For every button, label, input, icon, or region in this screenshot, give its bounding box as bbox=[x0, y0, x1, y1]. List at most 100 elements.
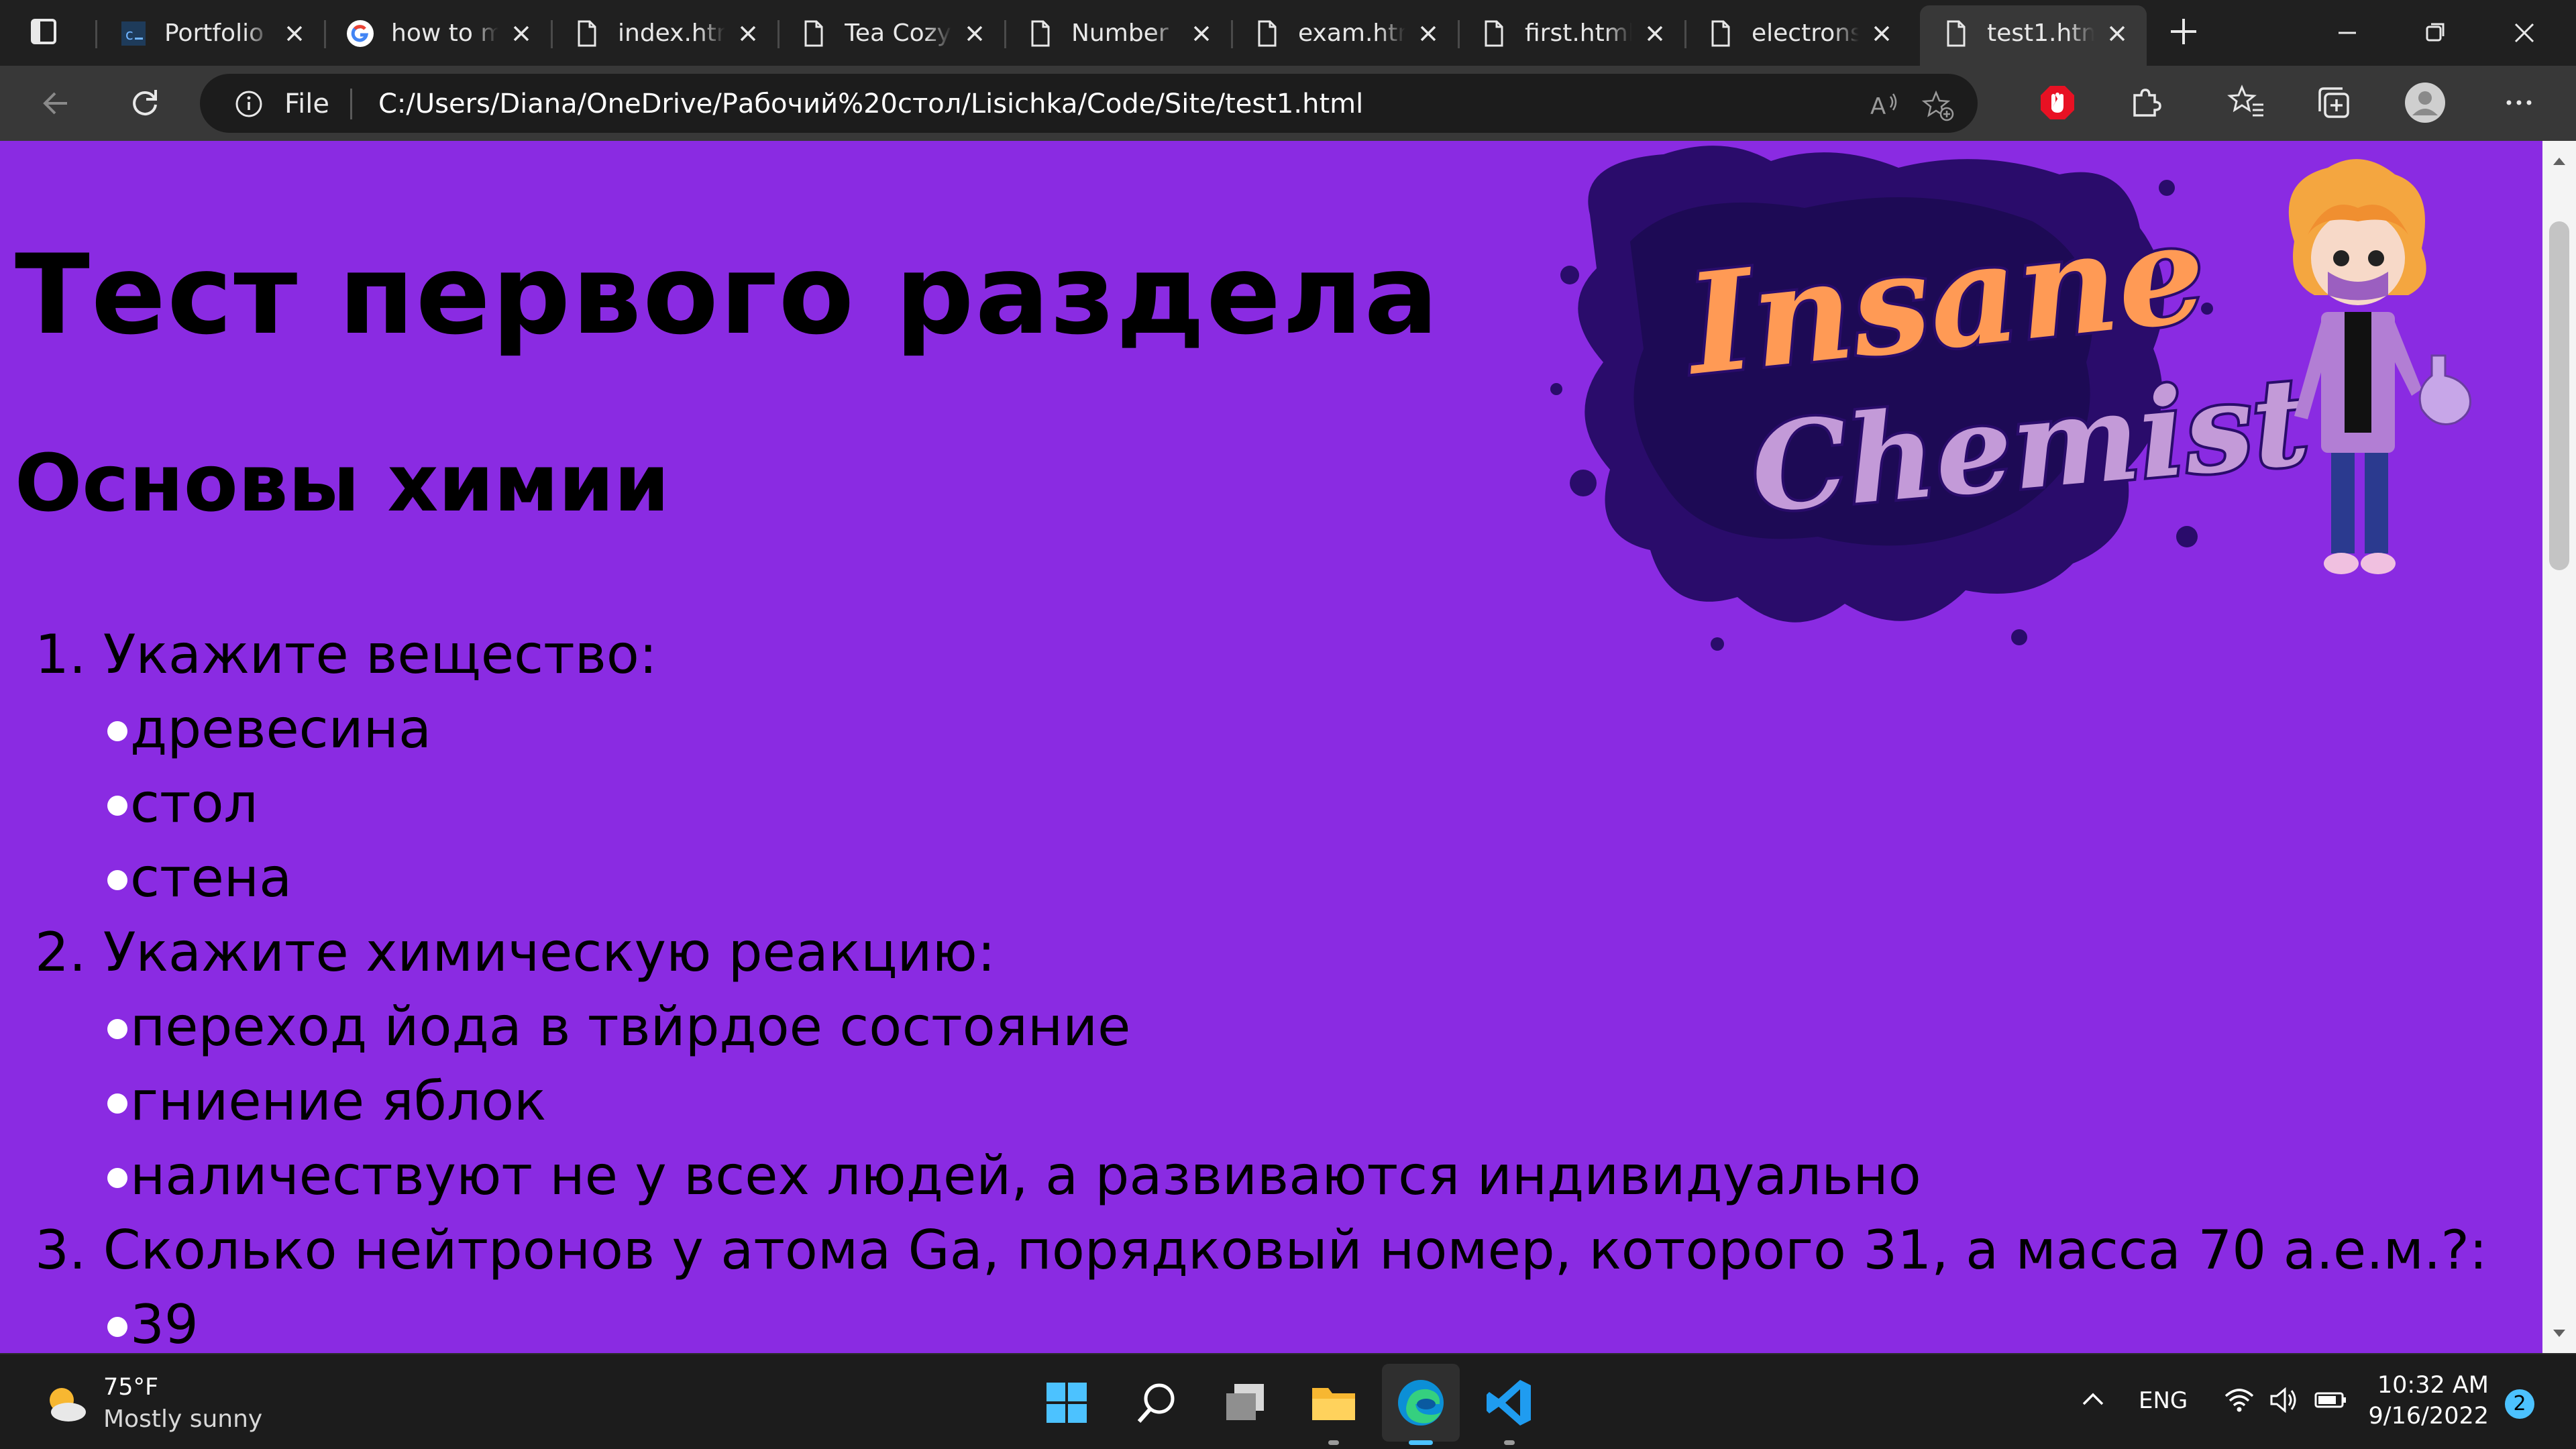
answer-option[interactable]: стол bbox=[107, 766, 2517, 841]
question-1: 1. Укажите вещество: bbox=[35, 623, 657, 686]
notification-badge[interactable]: 2 bbox=[2505, 1389, 2534, 1419]
chevron-up-icon[interactable] bbox=[2076, 1383, 2110, 1417]
tab-tea-cozy[interactable]: Tea Cozy bbox=[777, 7, 1004, 59]
tab-test1-html-active[interactable]: test1.htm bbox=[1920, 5, 2147, 66]
radio-button[interactable] bbox=[107, 1167, 127, 1188]
scrollbar-thumb[interactable] bbox=[2549, 221, 2569, 570]
weather-condition[interactable]: Mostly sunny bbox=[103, 1405, 262, 1434]
scroll-down-arrow-icon[interactable] bbox=[2552, 1328, 2567, 1339]
refresh-icon[interactable] bbox=[125, 83, 165, 123]
edge-icon[interactable] bbox=[1393, 1375, 1449, 1431]
close-window-icon[interactable] bbox=[2508, 16, 2541, 50]
svg-text:c: c bbox=[125, 27, 133, 44]
tab-strip: c Portfolio how to m index.htm Tea Cozy … bbox=[0, 0, 2576, 66]
close-tab-icon[interactable] bbox=[280, 19, 309, 48]
more-options-icon[interactable] bbox=[2498, 82, 2540, 123]
section-subtitle: Основы химии bbox=[15, 437, 669, 529]
radio-button[interactable] bbox=[107, 1093, 127, 1114]
start-icon[interactable] bbox=[1038, 1375, 1095, 1431]
tab-exam-html[interactable]: exam.htm bbox=[1231, 7, 1458, 59]
volume-icon[interactable] bbox=[2266, 1383, 2301, 1417]
adblock-extension-icon[interactable] bbox=[2037, 82, 2078, 123]
favorites-icon[interactable] bbox=[2226, 82, 2267, 123]
radio-button[interactable] bbox=[107, 869, 127, 890]
wifi-icon[interactable] bbox=[2222, 1383, 2257, 1417]
input-language[interactable]: ENG bbox=[2139, 1387, 2188, 1415]
restore-icon[interactable] bbox=[2419, 16, 2453, 50]
tab-separator bbox=[95, 20, 97, 48]
tab-separator bbox=[1004, 20, 1006, 48]
new-tab-plus-icon[interactable] bbox=[2165, 13, 2202, 50]
tab-number[interactable]: Number bbox=[1004, 7, 1231, 59]
answer-option[interactable]: древесина bbox=[107, 692, 2517, 766]
close-tab-icon[interactable] bbox=[2102, 19, 2132, 48]
tab-separator bbox=[551, 20, 553, 48]
info-icon[interactable] bbox=[235, 90, 263, 118]
vertical-scrollbar[interactable] bbox=[2542, 141, 2576, 1353]
tab-title: Number bbox=[1071, 20, 1169, 47]
collections-icon[interactable] bbox=[2313, 82, 2355, 123]
tab-title: electrons bbox=[1752, 20, 1859, 47]
radio-button[interactable] bbox=[107, 795, 127, 816]
tab-separator bbox=[1231, 20, 1233, 48]
scroll-up-arrow-icon[interactable] bbox=[2552, 156, 2567, 166]
tab-first-html[interactable]: first.html bbox=[1458, 7, 1684, 59]
answer-option[interactable]: стена bbox=[107, 841, 2517, 915]
minimize-icon[interactable] bbox=[2330, 16, 2364, 50]
clock-time[interactable]: 10:32 AM bbox=[2348, 1371, 2489, 1400]
page-icon bbox=[804, 20, 823, 47]
radio-button[interactable] bbox=[107, 1316, 127, 1337]
task-view-icon[interactable] bbox=[1217, 1375, 1273, 1431]
running-indicator bbox=[1328, 1440, 1339, 1445]
vscode-icon[interactable] bbox=[1481, 1375, 1538, 1431]
page-icon bbox=[1031, 20, 1050, 47]
profile-avatar-icon[interactable] bbox=[2404, 82, 2446, 123]
close-tab-icon[interactable] bbox=[506, 19, 536, 48]
tab-portfolio[interactable]: c Portfolio bbox=[95, 7, 324, 59]
answer-option[interactable]: наличествуют не у всех людей, а развиваю… bbox=[107, 1138, 2517, 1213]
battery-icon[interactable] bbox=[2313, 1383, 2348, 1417]
option-label: гниение яблок bbox=[130, 1070, 547, 1132]
address-bar[interactable]: File C:/Users/Diana/OneDrive/Рабочий%20с… bbox=[200, 74, 1978, 133]
close-tab-icon[interactable] bbox=[1640, 19, 1670, 48]
search-icon[interactable] bbox=[1128, 1375, 1185, 1431]
tab-index-html[interactable]: index.htm bbox=[551, 7, 777, 59]
close-tab-icon[interactable] bbox=[733, 19, 763, 48]
tab-actions-menu-icon[interactable] bbox=[27, 15, 67, 50]
option-label: древесина bbox=[130, 698, 431, 760]
close-tab-icon[interactable] bbox=[960, 19, 989, 48]
tab-google-search[interactable]: how to m bbox=[324, 7, 551, 59]
tab-electrons[interactable]: electrons bbox=[1684, 7, 1911, 59]
page-icon bbox=[1947, 20, 1966, 47]
tab-title: test1.htm bbox=[1987, 20, 2094, 47]
file-explorer-icon[interactable] bbox=[1305, 1375, 1362, 1431]
address-divider bbox=[350, 89, 352, 119]
windows-taskbar: 75°F Mostly sunny ENG 10:32 AM 9/16/2022… bbox=[0, 1353, 2576, 1449]
url-text[interactable]: C:/Users/Diana/OneDrive/Рабочий%20стол/L… bbox=[378, 90, 1363, 118]
answer-option[interactable]: переход йода в твйрдое состояние bbox=[107, 989, 2517, 1064]
radio-button[interactable] bbox=[107, 1018, 127, 1039]
close-tab-icon[interactable] bbox=[1187, 19, 1216, 48]
tab-title: Portfolio bbox=[164, 20, 264, 47]
tab-separator bbox=[1684, 20, 1686, 48]
close-tab-icon[interactable] bbox=[1867, 19, 1896, 48]
answer-option[interactable]: гниение яблок bbox=[107, 1064, 2517, 1138]
page-title: Тест первого раздела bbox=[15, 231, 1440, 359]
weather-temperature[interactable]: 75°F bbox=[103, 1373, 158, 1401]
clock-date[interactable]: 9/16/2022 bbox=[2348, 1401, 2489, 1431]
radio-button[interactable] bbox=[107, 720, 127, 741]
close-tab-icon[interactable] bbox=[1413, 19, 1443, 48]
extensions-puzzle-icon[interactable] bbox=[2125, 82, 2167, 123]
page-icon bbox=[1258, 20, 1277, 47]
back-arrow-icon[interactable] bbox=[36, 83, 76, 123]
tab-title: index.htm bbox=[618, 20, 725, 47]
question-3: 3. Сколько нейтронов у атома Ga, порядко… bbox=[35, 1219, 2487, 1281]
add-favorite-icon[interactable] bbox=[1921, 89, 1955, 122]
active-app-indicator bbox=[1409, 1440, 1433, 1445]
page-icon bbox=[1485, 20, 1503, 47]
svg-text:A: A bbox=[1870, 93, 1886, 120]
read-aloud-icon[interactable]: A bbox=[1868, 89, 1901, 122]
option-label: переход йода в твйрдое состояние bbox=[130, 996, 1131, 1058]
answer-option[interactable]: 39 bbox=[107, 1287, 2517, 1353]
sun-cloud-weather-icon[interactable] bbox=[42, 1380, 89, 1427]
